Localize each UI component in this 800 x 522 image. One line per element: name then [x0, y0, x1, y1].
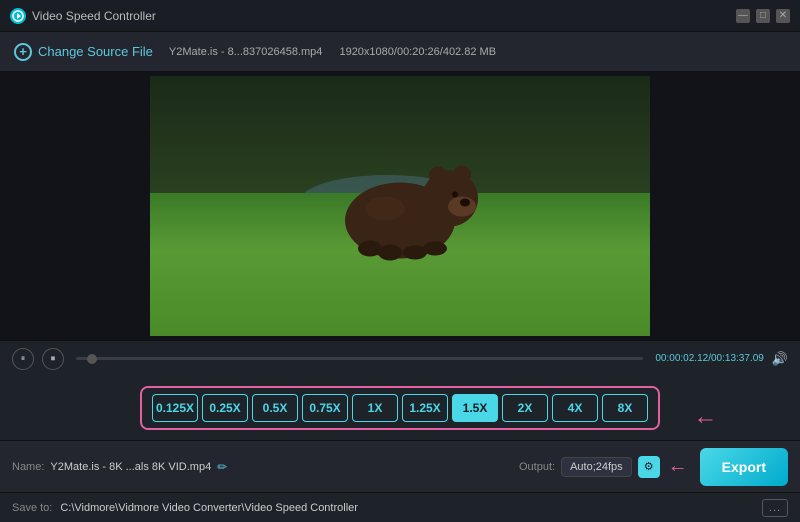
file-info: Y2Mate.is - 8...837026458.mp4 1920x1080/… [169, 46, 510, 58]
maximize-button[interactable]: □ [756, 9, 770, 23]
output-label: Output: [519, 461, 555, 473]
change-source-label: Change Source File [38, 44, 153, 59]
volume-icon[interactable]: 🔊 [772, 351, 788, 367]
save-label: Save to: [12, 502, 52, 514]
app-title: Video Speed Controller [32, 9, 736, 23]
name-value: Y2Mate.is - 8K ...als 8K VID.mp4 [50, 461, 211, 473]
name-label: Name: [12, 461, 44, 473]
left-arrow-annotation: ← [668, 455, 688, 478]
stop-button[interactable]: ⏹ [42, 348, 64, 370]
toolbar: + Change Source File Y2Mate.is - 8...837… [0, 32, 800, 72]
speed-button-125X[interactable]: 1.25X [402, 394, 448, 422]
speed-buttons-wrapper: 0.125X0.25X0.5X0.75X1X1.25X1.5X2X4X8X [140, 386, 660, 430]
speed-button-1X[interactable]: 1X [352, 394, 398, 422]
playback-bar: ⏸ ⏹ 00:00:02.12/00:13:37.09 🔊 [0, 340, 800, 376]
pause-button[interactable]: ⏸ [12, 348, 34, 370]
video-container [0, 72, 800, 340]
save-path: C:\Vidmore\Vidmore Video Converter\Video… [60, 502, 754, 514]
speed-section: 0.125X0.25X0.5X0.75X1X1.25X1.5X2X4X8X [0, 376, 800, 440]
speed-button-05X[interactable]: 0.5X [252, 394, 298, 422]
bottom-bar: Name: Y2Mate.is - 8K ...als 8K VID.mp4 ✏… [0, 440, 800, 492]
edit-icon[interactable]: ✏ [217, 460, 227, 474]
down-arrow-annotation: ↓ [692, 414, 720, 426]
speed-button-0125X[interactable]: 0.125X [152, 394, 198, 422]
minimize-button[interactable]: — [736, 9, 750, 23]
total-time: 00:13:37.09 [711, 353, 764, 364]
speed-button-075X[interactable]: 0.75X [302, 394, 348, 422]
bear-scene [150, 76, 650, 336]
stop-icon: ⏹ [51, 353, 56, 364]
progress-track[interactable] [76, 357, 643, 360]
window-controls: — □ ✕ [736, 9, 790, 23]
speed-button-15X[interactable]: 1.5X [452, 394, 498, 422]
speed-button-025X[interactable]: 0.25X [202, 394, 248, 422]
save-bar: Save to: C:\Vidmore\Vidmore Video Conver… [0, 492, 800, 522]
speed-button-8X[interactable]: 8X [602, 394, 648, 422]
current-time: 00:00:02.12 [655, 353, 708, 364]
speed-button-2X[interactable]: 2X [502, 394, 548, 422]
app-icon [10, 8, 26, 24]
title-bar: Video Speed Controller — □ ✕ [0, 0, 800, 32]
speed-button-4X[interactable]: 4X [552, 394, 598, 422]
export-button[interactable]: Export [700, 448, 788, 486]
name-section: Name: Y2Mate.is - 8K ...als 8K VID.mp4 ✏ [12, 460, 507, 474]
output-value: Auto;24fps [561, 457, 632, 477]
output-section: Output: Auto;24fps ⚙ ← [519, 455, 688, 478]
progress-dot [87, 354, 97, 364]
file-name: Y2Mate.is - 8...837026458.mp4 [169, 46, 322, 58]
browse-button[interactable]: ... [762, 499, 788, 517]
bear-image [310, 141, 490, 276]
file-meta: 1920x1080/00:20:26/402.82 MB [339, 46, 496, 58]
close-button[interactable]: ✕ [776, 9, 790, 23]
change-source-button[interactable]: + Change Source File [14, 43, 153, 61]
pause-icon: ⏸ [21, 353, 26, 364]
time-display: 00:00:02.12/00:13:37.09 [655, 353, 763, 364]
video-thumbnail [150, 76, 650, 336]
gear-button[interactable]: ⚙ [638, 456, 660, 478]
plus-circle-icon: + [14, 43, 32, 61]
